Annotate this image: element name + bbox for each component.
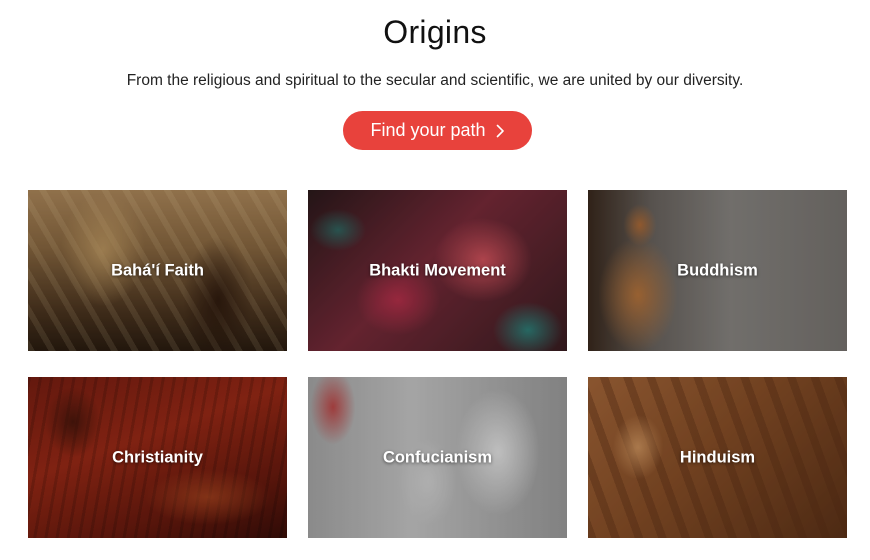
tile-confucianism[interactable]: Confucianism xyxy=(308,377,567,538)
page-subtitle: From the religious and spiritual to the … xyxy=(126,72,744,89)
tile-label: Confucianism xyxy=(382,448,493,466)
tile-label: Christianity xyxy=(112,448,203,466)
tile-christianity[interactable]: Christianity xyxy=(28,377,287,538)
tile-label: Hinduism xyxy=(679,448,756,466)
tile-hinduism[interactable]: Hinduism xyxy=(588,377,847,538)
chevron-right-icon xyxy=(496,124,505,138)
tile-label: Bhakti Movement xyxy=(369,261,506,279)
find-your-path-label: Find your path xyxy=(370,120,486,140)
tile-label: Buddhism xyxy=(677,261,758,279)
tile-bhakti-movement[interactable]: Bhakti Movement xyxy=(308,190,567,351)
page-title: Origins xyxy=(383,14,487,50)
find-your-path-button[interactable]: Find your path xyxy=(343,111,532,150)
tile-buddhism[interactable]: Buddhism xyxy=(588,190,847,351)
tile-bahai-faith[interactable]: Bahá'í Faith xyxy=(28,190,287,351)
tile-label: Bahá'í Faith xyxy=(111,261,204,279)
